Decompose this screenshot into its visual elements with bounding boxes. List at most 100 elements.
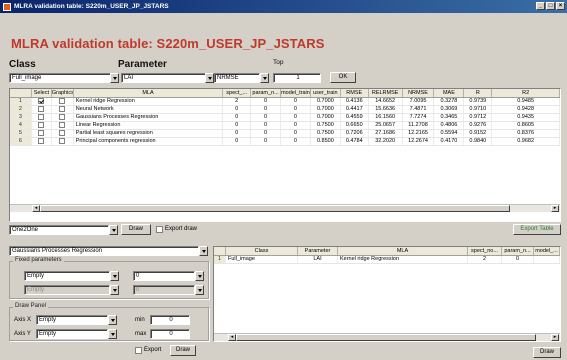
draw-button[interactable]: Draw bbox=[121, 224, 151, 235]
table-row[interactable]: 3 Gaussians Processes Regression 0 0 0 0.7000… bbox=[10, 114, 560, 122]
detail-col-header-class[interactable]: Class bbox=[226, 247, 298, 255]
fixed-param1-value-select[interactable]: 0 bbox=[133, 271, 195, 281]
close-button[interactable]: × bbox=[556, 2, 565, 10]
graphics-checkbox[interactable] bbox=[59, 98, 66, 104]
table-cell: 0.9712 bbox=[464, 114, 493, 121]
table-cell: 1 bbox=[10, 98, 32, 105]
table-row[interactable]: 4 Linear Regression 0 0 0 0.7500 0.6650 25.0657… bbox=[10, 122, 560, 130]
table-row[interactable]: 6 Principal components regression 0 0 0 0.850… bbox=[10, 138, 560, 146]
select-checkbox[interactable] bbox=[38, 98, 45, 104]
graphics-checkbox[interactable] bbox=[59, 130, 66, 136]
axis-x-dropdown-arrow-icon[interactable] bbox=[108, 315, 117, 325]
select-cell bbox=[32, 114, 52, 121]
table-cell: 2 bbox=[10, 106, 32, 113]
export-table-button[interactable]: Export Table bbox=[513, 224, 561, 235]
parameter-select[interactable]: LAI bbox=[121, 73, 211, 83]
table-cell: 0.8605 bbox=[492, 122, 560, 129]
draw-mode-select[interactable]: One2One bbox=[9, 225, 109, 235]
table-row[interactable]: 5 Partial least squares regression 0 0 0 0.75… bbox=[10, 130, 560, 138]
scroll-left-icon[interactable]: ◂ bbox=[32, 205, 40, 212]
detail-col-header-model[interactable]: model_... bbox=[534, 247, 560, 255]
col-header-r[interactable]: R bbox=[464, 89, 493, 97]
col-header-select[interactable]: Select bbox=[32, 89, 52, 97]
bottom-draw-button[interactable]: Draw bbox=[533, 347, 561, 358]
select-checkbox[interactable] bbox=[38, 130, 45, 136]
col-header-model-train[interactable]: model_train bbox=[281, 89, 311, 97]
results-horizontal-scrollbar[interactable]: ◂ ▸ bbox=[10, 204, 560, 212]
graphics-checkbox[interactable] bbox=[59, 114, 66, 120]
fixed-param2-value-dropdown-arrow-icon[interactable] bbox=[195, 285, 204, 295]
model-dropdown-arrow-icon[interactable] bbox=[199, 246, 208, 256]
class-select[interactable]: Full_image bbox=[9, 73, 111, 83]
detail-col-header-mla[interactable]: MLA bbox=[338, 247, 468, 255]
model-select[interactable]: Gaussians Processes Regression bbox=[9, 246, 199, 256]
fixed-param1-dropdown-arrow-icon[interactable] bbox=[110, 271, 119, 281]
table-cell: 0.9710 bbox=[464, 106, 493, 113]
fixed-param2-select[interactable]: Empty bbox=[24, 285, 110, 295]
fixed-param1-select[interactable]: Empty bbox=[24, 271, 110, 281]
minimize-button[interactable]: _ bbox=[536, 2, 545, 10]
detail-col-header-param[interactable]: param_n... bbox=[502, 247, 534, 255]
select-checkbox[interactable] bbox=[38, 114, 45, 120]
maximize-button[interactable]: □ bbox=[546, 2, 555, 10]
scroll-right-icon[interactable]: ▸ bbox=[551, 205, 559, 212]
draw-mode-dropdown-arrow-icon[interactable] bbox=[109, 225, 118, 235]
table-row[interactable]: 1 Full_image LAI Kernel ridge Regression 2 0 bbox=[214, 256, 560, 264]
table-cell: 0 bbox=[223, 122, 252, 129]
table-cell: Principal components regression bbox=[74, 138, 224, 145]
axis-y-select[interactable]: Empty bbox=[36, 329, 108, 339]
col-header-nrmse[interactable]: NRMSE bbox=[403, 89, 435, 97]
scroll-thumb[interactable] bbox=[40, 205, 510, 212]
select-checkbox[interactable] bbox=[38, 122, 45, 128]
detail-col-header-spect[interactable]: spect_no... bbox=[468, 247, 502, 255]
export-draw-checkbox[interactable] bbox=[156, 226, 163, 233]
col-header-r2[interactable]: R2 bbox=[492, 89, 560, 97]
detail-scroll-left-icon[interactable]: ◂ bbox=[228, 334, 236, 341]
select-checkbox[interactable] bbox=[38, 138, 45, 144]
table-row[interactable]: 1 Kernel ridge Regression 2 0 0 0.7000 0.4136 1… bbox=[10, 98, 560, 106]
results-table: Select Graphics MLA spect_... param_n...… bbox=[9, 88, 561, 222]
table-cell: 11.2708 bbox=[403, 122, 435, 129]
col-header-mla[interactable]: MLA bbox=[74, 89, 224, 97]
window-titlebar: MLRA validation table: S220m_USER_JP_JST… bbox=[0, 0, 567, 13]
parameter-dropdown-arrow-icon[interactable] bbox=[205, 73, 214, 83]
axis-x-select[interactable]: Empty bbox=[36, 315, 108, 325]
col-header-spect[interactable]: spect_... bbox=[223, 89, 252, 97]
col-header-mae[interactable]: MAE bbox=[434, 89, 465, 97]
detail-horizontal-scrollbar[interactable]: ◂ ▸ bbox=[214, 333, 560, 341]
max-input[interactable]: 0 bbox=[150, 329, 190, 339]
metric-select[interactable]: NRMSE bbox=[214, 73, 260, 83]
axis-y-dropdown-arrow-icon[interactable] bbox=[108, 329, 117, 339]
top-label: Top bbox=[273, 59, 284, 66]
graphics-cell bbox=[52, 130, 74, 137]
ok-button[interactable]: OK bbox=[330, 72, 356, 83]
detail-scroll-right-icon[interactable]: ▸ bbox=[551, 334, 559, 341]
col-header-rmse[interactable]: RMSE bbox=[341, 89, 369, 97]
table-row[interactable]: 2 Neural Network 0 0 0 0.7000 0.4417 15.6636 7.4… bbox=[10, 106, 560, 114]
min-input[interactable]: 0 bbox=[150, 315, 190, 325]
table-cell: 0.7000 bbox=[311, 114, 341, 121]
detail-scroll-thumb[interactable] bbox=[236, 334, 536, 341]
graphics-checkbox[interactable] bbox=[59, 138, 66, 144]
table-cell: 0 bbox=[281, 114, 311, 121]
detail-col-header-parameter[interactable]: Parameter bbox=[298, 247, 338, 255]
fixed-param1-value-dropdown-arrow-icon[interactable] bbox=[195, 271, 204, 281]
fixed-param2-dropdown-arrow-icon[interactable] bbox=[110, 285, 119, 295]
table-cell: 14.6652 bbox=[369, 98, 403, 105]
class-dropdown-arrow-icon[interactable] bbox=[110, 73, 119, 83]
fixed-param2-value-select[interactable]: 0 bbox=[133, 285, 195, 295]
col-header-relrmse[interactable]: RELRMSE bbox=[369, 89, 403, 97]
top-input[interactable]: 1 bbox=[273, 73, 321, 83]
metric-dropdown-arrow-icon[interactable] bbox=[260, 73, 269, 83]
graphics-checkbox[interactable] bbox=[59, 106, 66, 112]
table-cell: 0 bbox=[251, 122, 282, 129]
table-cell: 0.5594 bbox=[434, 130, 465, 137]
export-checkbox[interactable] bbox=[135, 347, 142, 354]
col-header-param[interactable]: param_n... bbox=[251, 89, 282, 97]
col-header-user-train[interactable]: user_train bbox=[311, 89, 341, 97]
graphics-checkbox[interactable] bbox=[59, 122, 66, 128]
col-header-graphics[interactable]: Graphics bbox=[52, 89, 74, 97]
table-cell: 15.6636 bbox=[369, 106, 403, 113]
panel-draw-button[interactable]: Draw bbox=[170, 345, 196, 356]
select-checkbox[interactable] bbox=[38, 106, 45, 112]
